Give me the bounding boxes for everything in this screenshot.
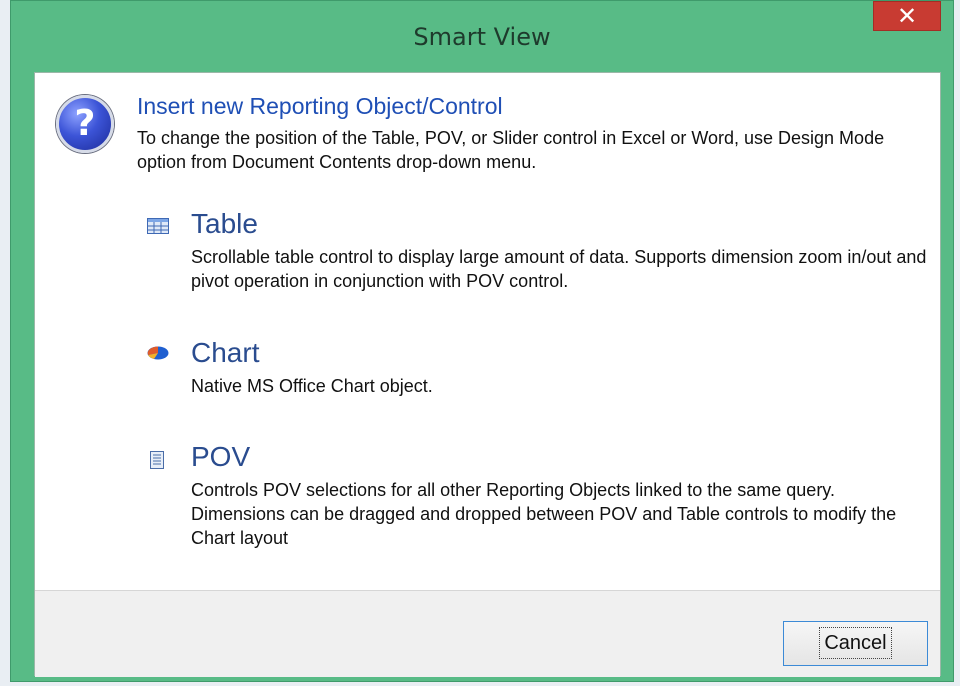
title-bar[interactable]: Smart View ✕ [11,1,953,73]
option-desc-chart: Native MS Office Chart object. [191,376,433,396]
option-desc-pov: Controls POV selections for all other Re… [191,480,897,548]
cancel-button[interactable]: Cancel [783,621,928,666]
pov-icon [150,451,164,469]
option-title-chart: Chart [191,337,260,368]
option-title-table: Table [191,208,258,239]
smart-view-dialog: Smart View ✕ ? Insert new Reporting Obje… [10,0,954,682]
button-bar: Cancel [35,590,940,677]
close-button[interactable]: ✕ [873,1,941,31]
header-description: To change the position of the Table, POV… [137,128,885,172]
window-title: Smart View [413,23,551,51]
header-title: Insert new Reporting Object/Control [137,93,503,119]
option-title-pov: POV [191,441,251,472]
table-icon [147,218,169,234]
content-area: ? Insert new Reporting Object/Control To… [35,73,940,590]
close-icon: ✕ [896,2,918,30]
cancel-label: Cancel [819,627,892,659]
question-icon: ? [56,95,114,153]
option-desc-table: Scrollable table control to display larg… [191,247,927,291]
dialog-body: ? Insert new Reporting Object/Control To… [34,72,941,677]
chart-icon [147,346,169,360]
